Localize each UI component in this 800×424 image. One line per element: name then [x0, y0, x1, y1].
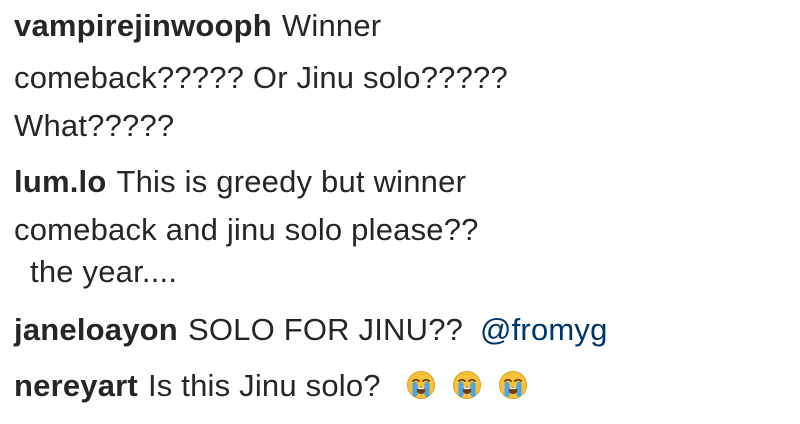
comment-text: comeback and jinu solo please?? [14, 212, 479, 247]
comment-text: SOLO FOR JINU?? [187, 312, 464, 347]
loudly-crying-face-icon [406, 370, 436, 400]
comment-username[interactable]: vampirejinwooph [14, 8, 272, 43]
loudly-crying-face-icon [498, 370, 528, 400]
comment-1-line-3: What????? [14, 106, 174, 146]
comment-username[interactable]: nereyart [14, 368, 138, 403]
comment-text: This is greedy but winner [116, 164, 467, 199]
comment-text: Is this Jinu solo? [147, 368, 381, 403]
comment-1-line-2: comeback????? Or Jinu solo????? [14, 58, 508, 98]
comment-1-line-1: vampirejinwooph Winner [14, 6, 381, 46]
comment-4-line-1: nereyart Is this Jinu solo? [14, 366, 528, 406]
comment-2-line-1: lum.lo This is greedy but winner [14, 162, 466, 202]
comment-username[interactable]: janeloayon [14, 312, 178, 347]
comment-text: the year.... [30, 254, 178, 289]
comment-username[interactable]: lum.lo [14, 164, 106, 199]
comment-text: Winner [281, 8, 382, 43]
comment-2-line-3: the year.... [30, 252, 177, 292]
comment-text: What????? [14, 108, 175, 143]
comment-3-line-1: janeloayon SOLO FOR JINU?? @fromyg [14, 310, 608, 350]
comment-text: comeback????? Or Jinu solo????? [14, 60, 508, 95]
comment-2-line-2: comeback and jinu solo please?? [14, 210, 479, 250]
comment-list: vampirejinwooph Winner comeback????? Or J… [0, 0, 800, 424]
mention-link[interactable]: @fromyg [480, 312, 608, 347]
loudly-crying-face-icon [452, 370, 482, 400]
